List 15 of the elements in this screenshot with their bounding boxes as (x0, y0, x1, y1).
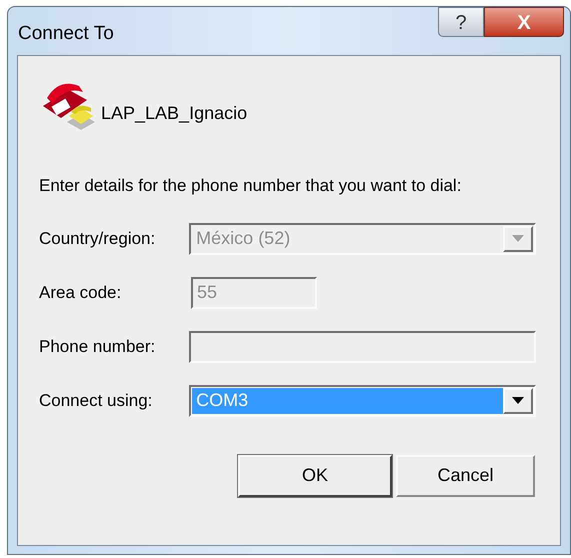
instruction-text: Enter details for the phone number that you want to dial: (39, 175, 462, 197)
caret-icon (512, 397, 524, 404)
window-title: Connect To (18, 22, 114, 46)
cancel-button[interactable]: Cancel (396, 454, 535, 496)
field-label: Connect using: (39, 390, 154, 412)
ok-button[interactable]: OK (238, 454, 392, 496)
dropdown-button[interactable] (503, 388, 533, 414)
connection-name: LAP_LAB_Ignacio (101, 102, 248, 125)
field-label: Phone number: (39, 336, 156, 358)
close-button[interactable]: X (484, 7, 564, 37)
help-button[interactable]: ? (438, 7, 484, 37)
field-label: Country/region: (39, 228, 156, 250)
field-label: Area code: (39, 282, 122, 304)
caret-icon (512, 235, 524, 242)
dropdown-field[interactable]: COM3 (189, 384, 536, 416)
